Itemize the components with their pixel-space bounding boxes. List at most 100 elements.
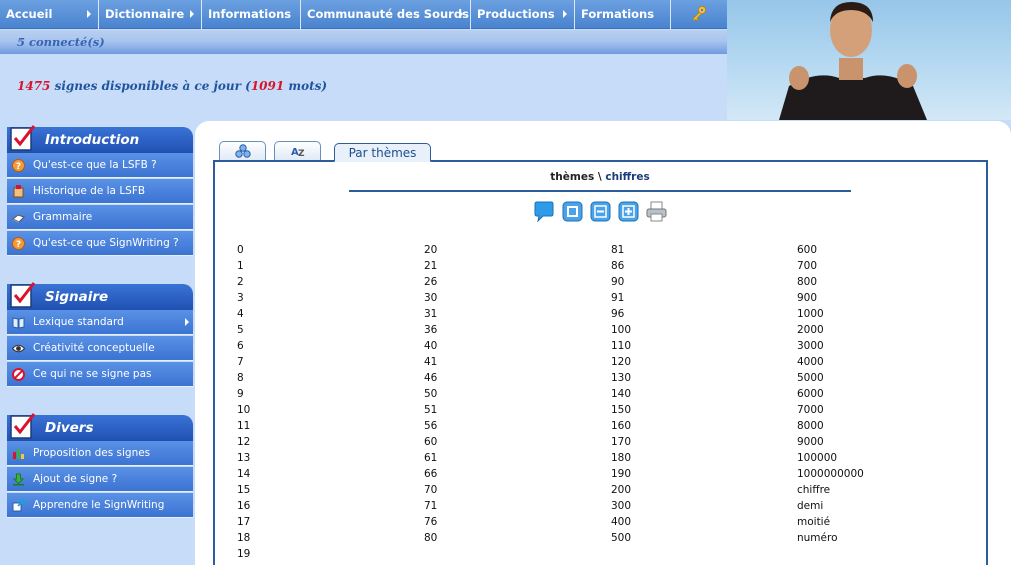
word-link[interactable]: 30 (424, 290, 437, 306)
tab-par-themes[interactable]: Par thèmes (334, 143, 431, 162)
word-link[interactable]: 300 (611, 498, 631, 514)
word-link[interactable]: 5000 (797, 370, 864, 386)
word-link[interactable]: 120 (611, 354, 631, 370)
word-link[interactable]: 0 (237, 242, 250, 258)
zoom-in-icon[interactable] (618, 201, 639, 222)
word-link[interactable]: 100000 (797, 450, 864, 466)
word-link[interactable]: 9 (237, 386, 250, 402)
word-link[interactable]: 400 (611, 514, 631, 530)
word-link[interactable]: 40 (424, 338, 437, 354)
word-link[interactable]: 130 (611, 370, 631, 386)
tab-clusters[interactable] (219, 141, 266, 161)
word-link[interactable]: 700 (797, 258, 864, 274)
word-link[interactable]: 6 (237, 338, 250, 354)
sidebar-item-apprendre[interactable]: Apprendre le SignWriting (7, 493, 193, 518)
word-link[interactable]: 26 (424, 274, 437, 290)
nav-communaute[interactable]: Communauté des Sourds (301, 0, 471, 29)
word-link[interactable]: 110 (611, 338, 631, 354)
sidebar-item-ne-se-signe-pas[interactable]: Ce qui ne se signe pas (7, 362, 193, 387)
word-link[interactable]: 50 (424, 386, 437, 402)
word-link[interactable]: 2 (237, 274, 250, 290)
speech-bubble-icon[interactable] (533, 201, 554, 222)
word-link[interactable]: 20 (424, 242, 437, 258)
word-link[interactable]: chiffre (797, 482, 864, 498)
breadcrumb-root[interactable]: thèmes (550, 171, 594, 183)
word-link[interactable]: 2000 (797, 322, 864, 338)
word-link[interactable]: 11 (237, 418, 250, 434)
word-link[interactable]: 140 (611, 386, 631, 402)
word-link[interactable]: 91 (611, 290, 631, 306)
zoom-out-icon[interactable] (590, 201, 611, 222)
word-link[interactable]: 1000 (797, 306, 864, 322)
word-link[interactable]: 46 (424, 370, 437, 386)
word-link[interactable]: 7000 (797, 402, 864, 418)
word-link[interactable]: 90 (611, 274, 631, 290)
sidebar-item-signwriting[interactable]: ? Qu'est-ce que SignWriting ? (7, 231, 193, 256)
word-link[interactable]: demi (797, 498, 864, 514)
nav-login[interactable] (671, 0, 727, 29)
word-link[interactable]: 4 (237, 306, 250, 322)
word-link[interactable]: 3000 (797, 338, 864, 354)
nav-dictionnaire[interactable]: Dictionnaire (99, 0, 202, 29)
word-link[interactable]: 9000 (797, 434, 864, 450)
word-link[interactable]: 5 (237, 322, 250, 338)
sidebar-item-lsfb[interactable]: ? Qu'est-ce que la LSFB ? (7, 153, 193, 178)
word-link[interactable]: 200 (611, 482, 631, 498)
word-link[interactable]: 80 (424, 530, 437, 546)
nav-accueil[interactable]: Accueil (0, 0, 99, 29)
sidebar-item-lexique[interactable]: Lexique standard (7, 310, 193, 335)
word-link[interactable]: 10 (237, 402, 250, 418)
word-link[interactable]: 14 (237, 466, 250, 482)
word-link[interactable]: 76 (424, 514, 437, 530)
nav-formations[interactable]: Formations (575, 0, 671, 29)
printer-icon[interactable] (646, 201, 667, 222)
word-link[interactable]: 3 (237, 290, 250, 306)
word-link[interactable]: 61 (424, 450, 437, 466)
word-link[interactable]: 86 (611, 258, 631, 274)
word-link[interactable]: 56 (424, 418, 437, 434)
word-link[interactable]: 1000000000 (797, 466, 864, 482)
word-link[interactable]: 15 (237, 482, 250, 498)
word-link[interactable]: 71 (424, 498, 437, 514)
nav-informations[interactable]: Informations (202, 0, 301, 29)
word-link[interactable]: 7 (237, 354, 250, 370)
sidebar-item-grammaire[interactable]: Grammaire (7, 205, 193, 230)
sidebar-item-historique[interactable]: Historique de la LSFB (7, 179, 193, 204)
word-link[interactable]: 1 (237, 258, 250, 274)
word-link[interactable]: 900 (797, 290, 864, 306)
tab-alphabet[interactable]: A Z (274, 141, 321, 161)
word-link[interactable]: 150 (611, 402, 631, 418)
word-link[interactable]: 60 (424, 434, 437, 450)
word-link[interactable]: 13 (237, 450, 250, 466)
word-link[interactable]: 170 (611, 434, 631, 450)
word-link[interactable]: 600 (797, 242, 864, 258)
word-link[interactable]: 100 (611, 322, 631, 338)
word-link[interactable]: 500 (611, 530, 631, 546)
sidebar-item-creativite[interactable]: Créativité conceptuelle (7, 336, 193, 361)
word-link[interactable]: 190 (611, 466, 631, 482)
sidebar-item-ajout[interactable]: Ajout de signe ? (7, 467, 193, 492)
word-link[interactable]: 96 (611, 306, 631, 322)
word-link[interactable]: 19 (237, 546, 250, 562)
word-link[interactable]: 18 (237, 530, 250, 546)
word-link[interactable]: 8000 (797, 418, 864, 434)
word-link[interactable]: 81 (611, 242, 631, 258)
word-link[interactable]: 36 (424, 322, 437, 338)
word-link[interactable]: numéro (797, 530, 864, 546)
zoom-reset-icon[interactable] (562, 201, 583, 222)
word-link[interactable]: 66 (424, 466, 437, 482)
word-link[interactable]: 41 (424, 354, 437, 370)
word-link[interactable]: 160 (611, 418, 631, 434)
word-link[interactable]: 51 (424, 402, 437, 418)
word-link[interactable]: 31 (424, 306, 437, 322)
word-link[interactable]: 21 (424, 258, 437, 274)
word-link[interactable]: 17 (237, 514, 250, 530)
word-link[interactable]: 8 (237, 370, 250, 386)
word-link[interactable]: 6000 (797, 386, 864, 402)
word-link[interactable]: 12 (237, 434, 250, 450)
sidebar-item-proposition[interactable]: Proposition des signes (7, 441, 193, 466)
word-link[interactable]: 4000 (797, 354, 864, 370)
word-link[interactable]: 180 (611, 450, 631, 466)
word-link[interactable]: 16 (237, 498, 250, 514)
nav-productions[interactable]: Productions (471, 0, 575, 29)
